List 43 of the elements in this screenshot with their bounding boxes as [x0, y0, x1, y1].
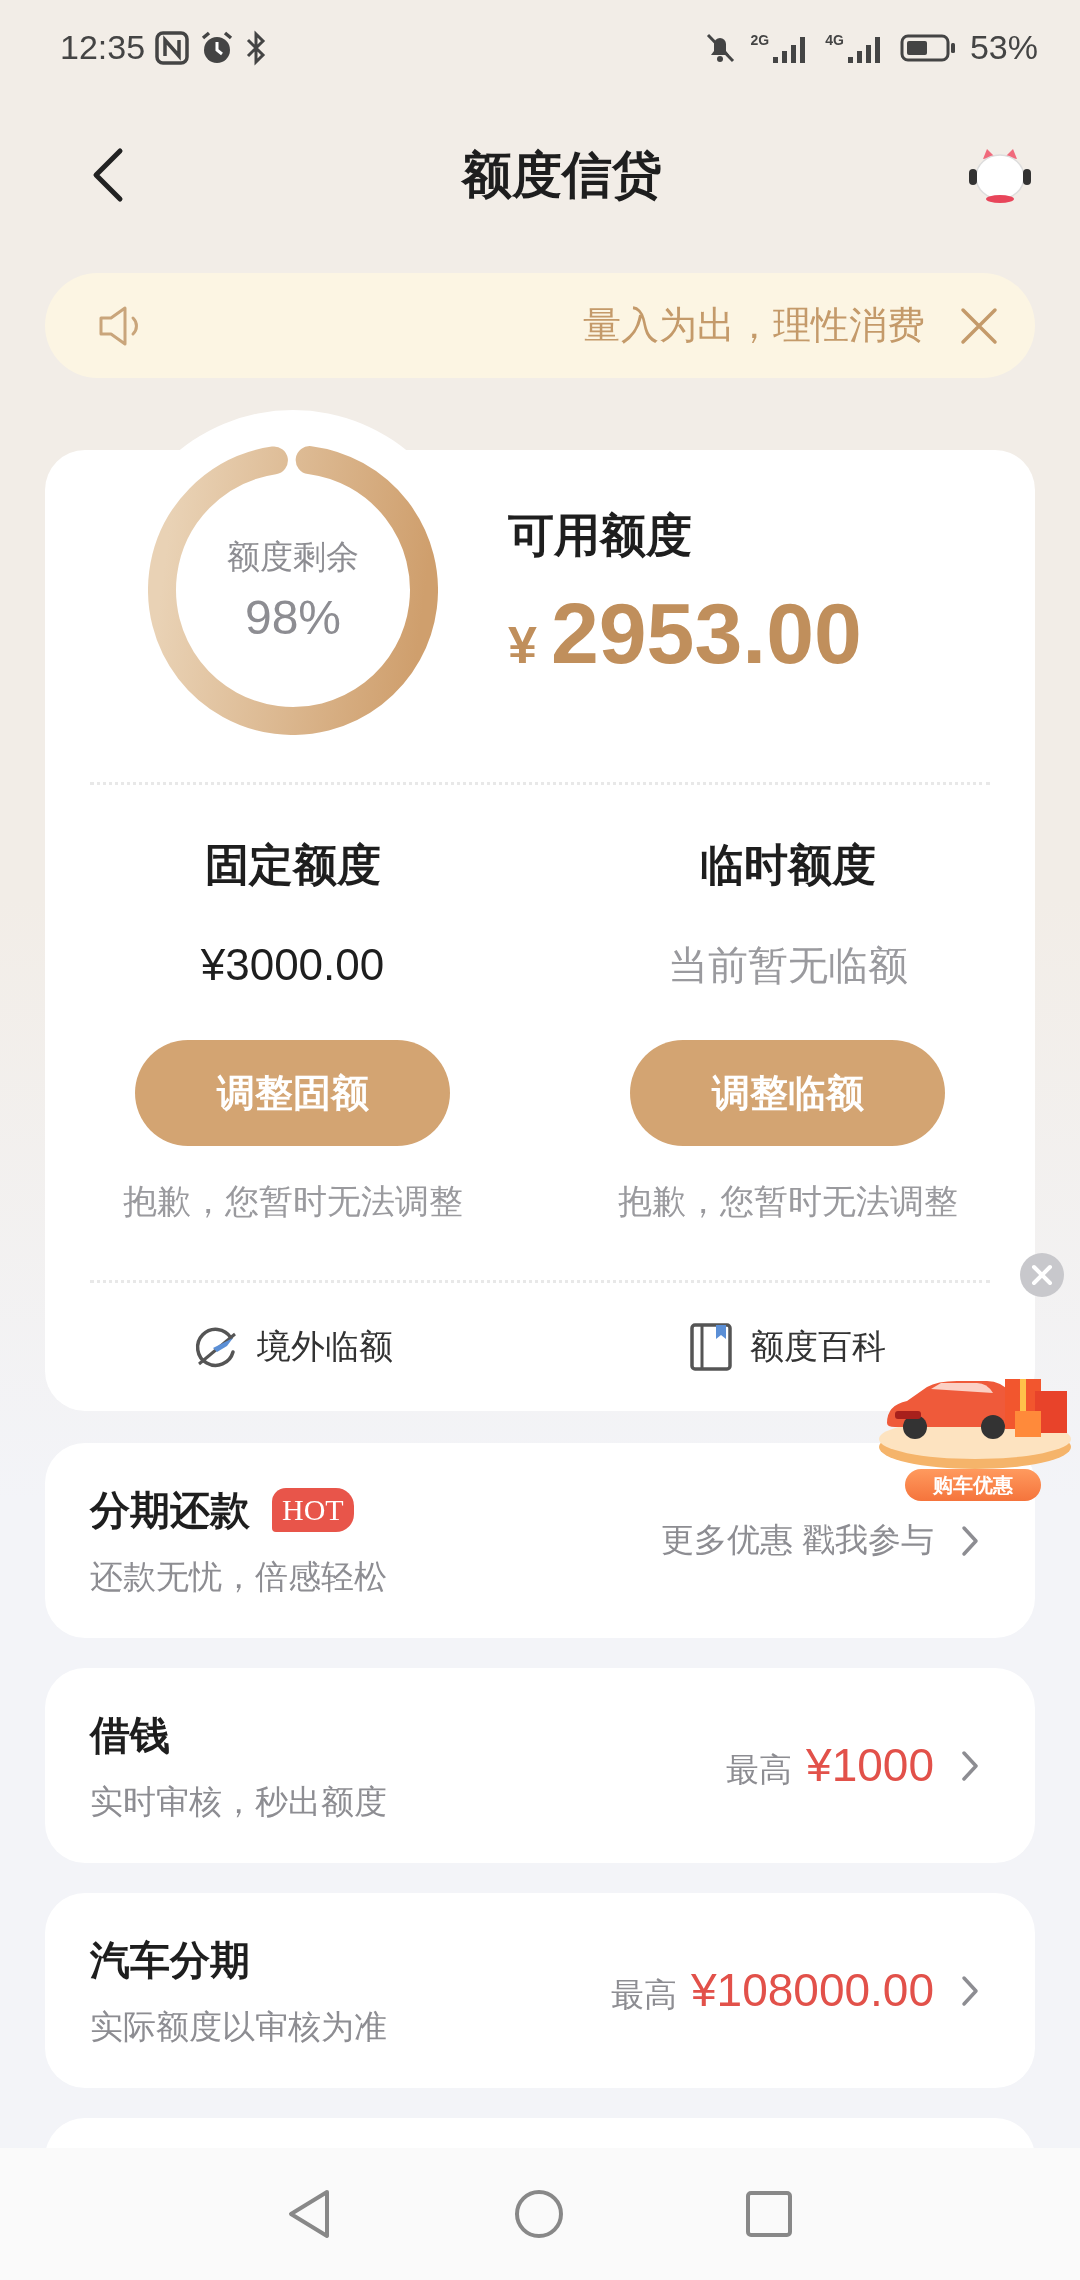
product-subtitle: 实时审核，秒出额度 — [90, 1781, 387, 1822]
notice-text: 抱歉，您暂时无法调整 — [617, 1181, 958, 1221]
chevron-icon — [960, 1748, 980, 1783]
limit-value: 当前暂无临额 — [667, 942, 908, 989]
limit-prefix: 最高 — [610, 1975, 677, 2015]
max-amount: ¥108000.00 — [690, 1963, 934, 2017]
nfc-icon — [155, 30, 190, 65]
hot-badge: HOT — [272, 1487, 354, 1532]
recent-apps-icon[interactable] — [745, 2190, 793, 2238]
product-subtitle: 还款无忧，倍感轻松 — [90, 1556, 387, 1597]
product-title: 借钱 — [90, 1711, 170, 1759]
home-icon[interactable] — [513, 2188, 565, 2240]
limit-title: 固定额度 — [204, 839, 381, 891]
available-amount: 2953.00 — [550, 584, 862, 683]
battery-percent: 53% — [969, 28, 1038, 67]
link-label[interactable]: 境外临额 — [256, 1324, 393, 1370]
limit-prefix: 最高 — [726, 1750, 793, 1790]
link-label[interactable]: 额度百科 — [749, 1324, 886, 1370]
battery-icon — [899, 32, 956, 63]
chevron-icon — [960, 1973, 980, 2008]
notice-text: 量入为出，理性消费 — [583, 303, 925, 348]
network-type: 4G — [825, 32, 844, 47]
limit-value: ¥3000.00 — [200, 939, 385, 991]
bluetooth-icon — [245, 29, 268, 66]
ring-percent: 98% — [244, 590, 342, 645]
limit-title: 临时额度 — [699, 839, 876, 891]
product-title: 汽车分期 — [90, 1936, 250, 1984]
product-subtitle: 实际额度以审核为准 — [90, 2006, 387, 2047]
page-title: 额度信贷 — [461, 145, 662, 205]
network-type: 2G — [750, 32, 770, 47]
product-card[interactable]: 汽车分期 实际额度以审核为准 最高 ¥108000.00 — [45, 1893, 1035, 2088]
max-amount: ¥1000 — [806, 1738, 934, 1792]
offer-text: 更多优惠 戳我参与 — [660, 1520, 934, 1560]
available-label: 可用额度 — [508, 508, 693, 563]
close-icon[interactable] — [959, 305, 999, 346]
clock-time: 12:35 — [60, 28, 146, 67]
product-title: 分期还款 — [90, 1486, 250, 1534]
chevron-icon — [960, 1523, 980, 1558]
book-icon — [689, 1323, 732, 1371]
notice-text: 抱歉，您暂时无法调整 — [122, 1181, 463, 1221]
ring-label: 额度剩余 — [227, 537, 359, 577]
product-card[interactable]: 借钱 实时审核，秒出额度 最高 ¥1000 — [45, 1668, 1035, 1863]
currency-sign: ¥ — [508, 615, 537, 675]
